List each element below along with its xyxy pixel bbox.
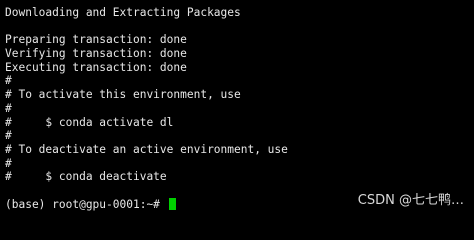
- shell-prompt: (base) root@gpu-0001:~#: [5, 197, 167, 211]
- output-line-deactivate-command: # $ conda deactivate: [5, 170, 167, 184]
- output-line-executing: Executing transaction: done: [5, 60, 187, 74]
- text-cursor: [168, 198, 176, 211]
- csdn-watermark: CSDN @七七鸭…: [357, 193, 464, 208]
- output-line-comment: #: [5, 74, 12, 88]
- output-line-preparing: Preparing transaction: done: [5, 33, 187, 47]
- output-line-verifying: Verifying transaction: done: [5, 47, 187, 61]
- output-line-activate-command: # $ conda activate dl: [5, 115, 174, 129]
- output-line-deactivate-hint: # To deactivate an active environment, u…: [5, 142, 288, 156]
- output-line-comment: #: [5, 129, 12, 143]
- output-line-downloading: Downloading and Extracting Packages: [5, 6, 241, 19]
- output-line-blank: [5, 20, 474, 34]
- terminal-window[interactable]: Downloading and Extracting Packages Prep…: [0, 0, 474, 220]
- output-line-activate-hint: # To activate this environment, use: [5, 88, 241, 102]
- output-line-comment: #: [5, 156, 12, 170]
- output-line-comment: #: [5, 101, 12, 115]
